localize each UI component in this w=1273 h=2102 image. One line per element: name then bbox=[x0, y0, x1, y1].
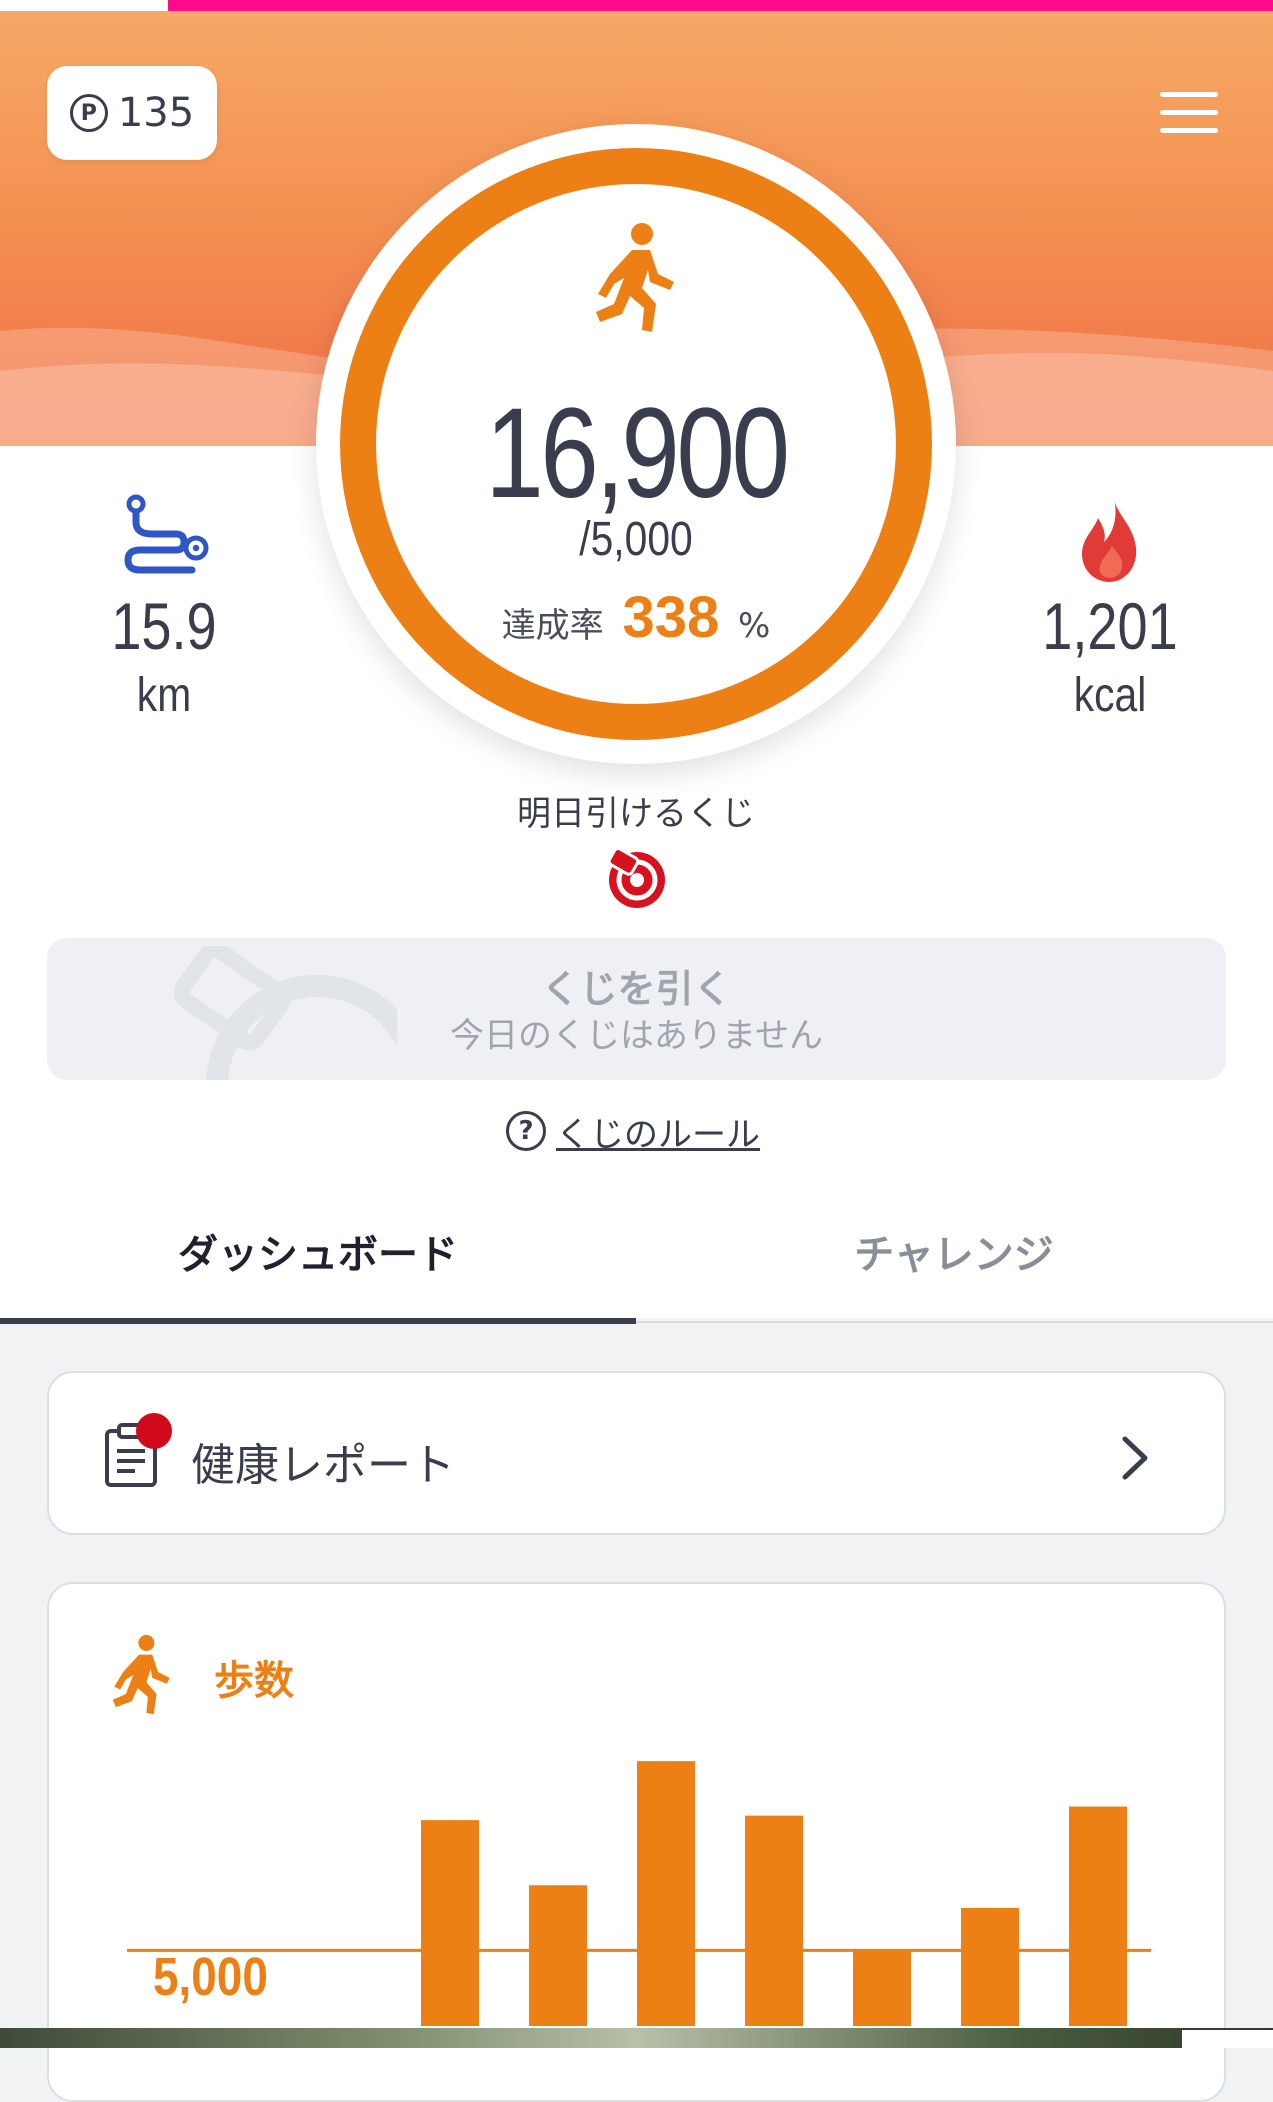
achievement-rate-label: 達成率 bbox=[501, 606, 604, 646]
route-icon bbox=[124, 494, 209, 574]
lottery-rules-label: くじのルール bbox=[556, 1114, 760, 1155]
ad-banner[interactable] bbox=[0, 2028, 1273, 2048]
ad-close-area[interactable] bbox=[1182, 2030, 1273, 2048]
calories-stat: 1,201 kcal bbox=[990, 494, 1230, 723]
health-report-card[interactable]: 健康レポート bbox=[47, 1371, 1226, 1535]
distance-unit: km bbox=[136, 669, 192, 722]
draw-lottery-subtext: 今日のくじはありません bbox=[450, 1016, 823, 1056]
flame-icon bbox=[1082, 498, 1137, 582]
points-icon: P bbox=[69, 94, 108, 132]
calories-value: 1,201 bbox=[1042, 589, 1178, 663]
notification-dot bbox=[136, 1413, 172, 1449]
lottery-rules-link[interactable]: ? くじのルール bbox=[506, 1108, 760, 1155]
achievement-rate-unit: % bbox=[738, 606, 771, 646]
health-report-title: 健康レポート bbox=[191, 1440, 455, 1491]
achievement-rate-value: 338 bbox=[622, 585, 720, 650]
menu-icon[interactable] bbox=[1160, 92, 1218, 134]
tab-dashboard[interactable]: ダッシュボード bbox=[0, 1222, 636, 1280]
chevron-right-icon bbox=[1122, 1436, 1148, 1480]
steps-bar-chart bbox=[127, 1761, 1151, 2026]
steps-bar bbox=[961, 1907, 1019, 2026]
tomorrow-lottery-label: 明日引けるくじ bbox=[517, 794, 755, 834]
step-count: 16,900 bbox=[485, 382, 790, 525]
draw-lottery-button[interactable]: くじを引く 今日のくじはありません bbox=[47, 938, 1226, 1080]
help-icon: ? bbox=[506, 1111, 546, 1151]
draw-lottery-label: くじを引く bbox=[541, 967, 732, 1011]
goal-line-label: 5,000 bbox=[153, 1947, 268, 2007]
walking-person-icon bbox=[596, 223, 674, 332]
lottery-ticket-icon bbox=[607, 847, 665, 908]
step-goal: /5,000 bbox=[579, 513, 693, 566]
tab-active-indicator bbox=[0, 1318, 636, 1324]
status-progress-segment bbox=[0, 0, 168, 11]
steps-bar bbox=[529, 1885, 587, 2026]
points-value: 135 bbox=[117, 90, 195, 136]
steps-bar bbox=[1069, 1806, 1127, 2026]
distance-value: 15.9 bbox=[111, 589, 217, 663]
steps-bar bbox=[745, 1815, 803, 2026]
points-badge[interactable]: P 135 bbox=[47, 66, 217, 160]
steps-bar bbox=[421, 1820, 479, 2026]
steps-bar bbox=[853, 1950, 911, 2026]
achievement-rate: 達成率 338 % bbox=[336, 584, 936, 651]
calories-unit: kcal bbox=[1073, 669, 1147, 722]
status-progress-strip bbox=[0, 0, 1273, 11]
steps-bar bbox=[637, 1761, 695, 2026]
steps-chart-card[interactable]: 歩数 5,000 bbox=[47, 1582, 1226, 2102]
tab-challenge[interactable]: チャレンジ bbox=[636, 1222, 1272, 1280]
distance-stat: 15.9 km bbox=[44, 494, 284, 723]
